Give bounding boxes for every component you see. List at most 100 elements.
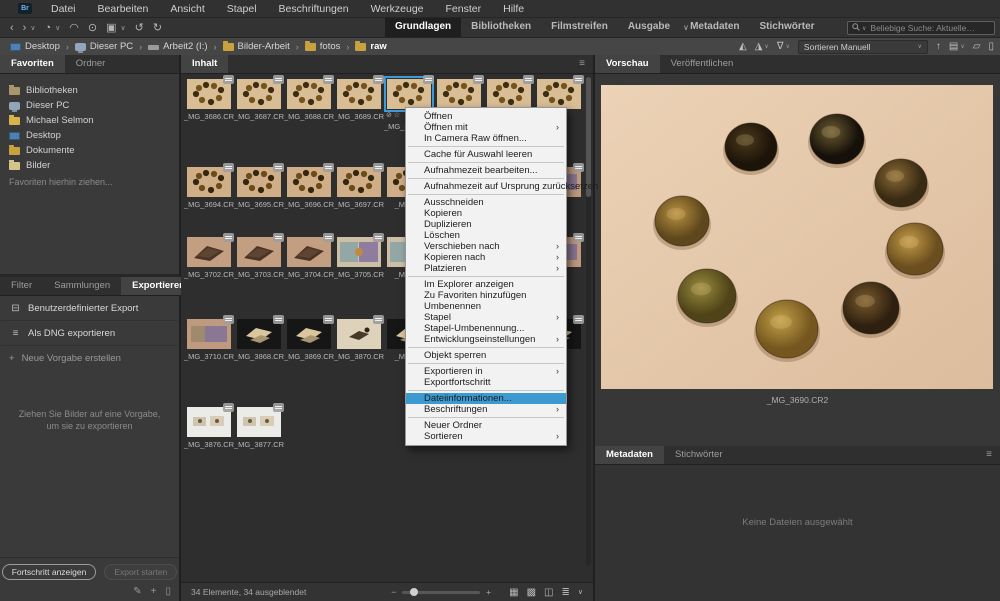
context-item-kopieren-nach[interactable]: Kopieren nach› [406, 252, 566, 263]
camera-raw-settings-badge[interactable] [273, 75, 284, 84]
trash-icon[interactable]: ▯ [165, 586, 171, 597]
camera-raw-settings-badge[interactable] [373, 75, 384, 84]
thumbnail-image[interactable] [437, 79, 481, 109]
breadcrumb-item-raw[interactable]: raw [353, 41, 388, 52]
recent-dropdown-icon[interactable]: ∨ [55, 24, 60, 32]
camera-raw-settings-badge[interactable] [223, 163, 234, 172]
details-view-icon[interactable]: ◫ [544, 587, 553, 598]
tab-ordner[interactable]: Ordner [65, 55, 117, 73]
context-item-zu-favoriten-hinzufügen[interactable]: Zu Favoriten hinzufügen [406, 290, 566, 301]
sidebar-item-dokumente[interactable]: Dokumente [0, 143, 179, 158]
thumbnail-mg-3710-cr2[interactable]: _MG_3710.CR2 [184, 319, 234, 361]
camera-raw-icon[interactable]: ◠ [69, 21, 79, 34]
context-item-in-camera-raw-öffnen[interactable]: In Camera Raw öffnen... [406, 133, 566, 144]
context-item-platzieren[interactable]: Platzieren› [406, 263, 566, 274]
zoom-in-icon[interactable]: + [486, 587, 491, 597]
thumbnail-image[interactable] [287, 319, 331, 349]
thumbnail-image[interactable] [487, 79, 531, 109]
thumbnail-quality-icon[interactable]: ◭ [739, 41, 747, 52]
camera-raw-settings-badge[interactable] [373, 315, 384, 324]
thumbnail-mg-3705-cr2[interactable]: _MG_3705.CR2 [334, 237, 384, 279]
thumbnail-image[interactable] [387, 79, 431, 109]
thumbnail-mg-3697-cr2[interactable]: _MG_3697.CR2 [334, 167, 384, 209]
thumbnail-mg-3869-cr2[interactable]: _MG_3869.CR2 [284, 319, 334, 361]
context-item-öffnen-mit[interactable]: Öffnen mit› [406, 122, 566, 133]
breadcrumb-item-fotos[interactable]: fotos [303, 41, 343, 52]
camera-raw-settings-badge[interactable] [573, 75, 584, 84]
zoom-out-icon[interactable]: − [391, 587, 396, 597]
view-dropdown-icon[interactable]: ∨ [578, 588, 583, 596]
menu-stapel[interactable]: Stapel [216, 3, 268, 15]
camera-raw-settings-badge[interactable] [573, 163, 584, 172]
camera-raw-settings-badge[interactable] [373, 233, 384, 242]
sidebar-item-desktop[interactable]: Desktop [0, 128, 179, 143]
thumbnail-image[interactable] [537, 79, 581, 109]
sort-dropdown[interactable]: Sortieren Manuell∨ [798, 40, 928, 54]
tab-favoriten[interactable]: Favoriten [0, 55, 65, 73]
tab-ausgabe[interactable]: Ausgabe [618, 18, 680, 37]
thumbnail-mg-3703-cr2[interactable]: _MG_3703.CR2 [234, 237, 284, 279]
thumbnail-image[interactable] [337, 237, 381, 267]
thumbnail-mg-3686-cr2[interactable]: _MG_3686.CR2 [184, 79, 234, 121]
filter-icon[interactable]: ∇ [777, 41, 784, 52]
rotate-cw-icon[interactable]: ↻ [153, 21, 162, 34]
tab-metadaten[interactable]: Metadaten [680, 18, 749, 37]
thumbnail-mg-3694-cr2[interactable]: _MG_3694.CR2 [184, 167, 234, 209]
camera-raw-settings-badge[interactable] [223, 315, 234, 324]
thumbnail-image[interactable] [187, 407, 231, 437]
thumbnail-image[interactable] [237, 237, 281, 267]
tab-vorschau[interactable]: Vorschau [595, 55, 660, 73]
thumbnail-image[interactable] [237, 407, 281, 437]
menu-werkzeuge[interactable]: Werkzeuge [360, 3, 435, 15]
camera-raw-settings-badge[interactable] [523, 75, 534, 84]
thumbnail-image[interactable] [337, 319, 381, 349]
thumbnail-mg-3704-cr2[interactable]: _MG_3704.CR2 [284, 237, 334, 279]
context-item-stapel[interactable]: Stapel› [406, 312, 566, 323]
camera-raw-settings-badge[interactable] [273, 315, 284, 324]
tab-veröffentlichen[interactable]: Veröffentlichen [660, 55, 745, 73]
grid-lock-icon[interactable]: ▦ [509, 587, 518, 598]
workspace-overflow-icon[interactable]: ∨ [683, 23, 689, 32]
preview-quality-icon[interactable]: ◮ [755, 41, 763, 52]
camera-raw-settings-badge[interactable] [373, 163, 384, 172]
context-item-exportfortschritt[interactable]: Exportfortschritt [406, 377, 566, 388]
context-item-kopieren[interactable]: Kopieren [406, 208, 566, 219]
vertical-scrollbar[interactable] [586, 76, 591, 566]
panel-menu-icon[interactable]: ≡ [579, 58, 585, 69]
menu-hilfe[interactable]: Hilfe [492, 3, 535, 15]
sidebar-item-michael-selmon[interactable]: Michael Selmon [0, 113, 179, 128]
camera-raw-settings-badge[interactable] [273, 163, 284, 172]
camera-raw-settings-badge[interactable] [423, 75, 434, 84]
context-item-beschriftungen[interactable]: Beschriftungen› [406, 404, 566, 415]
camera-raw-settings-badge[interactable] [323, 163, 334, 172]
thumbnail-image[interactable] [337, 79, 381, 109]
context-item-duplizieren[interactable]: Duplizieren [406, 219, 566, 230]
thumbnail-mg-3695-cr2[interactable]: _MG_3695.CR2 [234, 167, 284, 209]
sidebar-item-bibliotheken[interactable]: Bibliotheken [0, 83, 179, 98]
context-item-stapel-umbenennung[interactable]: Stapel-Umbenennung... [406, 323, 566, 334]
sidebar-item-bilder[interactable]: Bilder [0, 158, 179, 173]
menu-ansicht[interactable]: Ansicht [159, 3, 215, 15]
filter-dropdown-icon[interactable]: ∨ [786, 43, 790, 50]
context-item-dateiinformationen[interactable]: Dateiinformationen... [406, 393, 566, 404]
tab-filmstreifen[interactable]: Filmstreifen [541, 18, 618, 37]
rotate-ccw-icon[interactable]: ↺ [135, 21, 144, 34]
thumbnail-image[interactable] [237, 79, 281, 109]
thumbnail-dropdown-icon[interactable]: ∨ [120, 24, 125, 32]
thumbnail-mg-3876-cr2[interactable]: _MG_3876.CR2 [184, 407, 234, 449]
import-dropdown-icon[interactable]: ∨ [960, 43, 964, 50]
context-item-aufnahmezeit-auf-ursprung-zurücksetzen[interactable]: Aufnahmezeit auf Ursprung zurücksetzen [406, 181, 566, 192]
recent-files-icon[interactable]: ◔ [44, 22, 51, 34]
camera-raw-settings-badge[interactable] [473, 75, 484, 84]
tab-grundlagen[interactable]: Grundlagen [385, 18, 461, 37]
thumbnail-image[interactable] [187, 167, 231, 197]
context-item-löschen[interactable]: Löschen [406, 230, 566, 241]
bridge-app-icon[interactable]: Br [18, 3, 32, 14]
thumbnail-view-icon[interactable]: ▩ [527, 587, 536, 598]
tab-sammlungen[interactable]: Sammlungen [43, 277, 121, 295]
tab-inhalt[interactable]: Inhalt [181, 55, 228, 73]
thumbnail-image[interactable] [187, 237, 231, 267]
thumbnail-image[interactable] [287, 237, 331, 267]
context-item-ausschneiden[interactable]: Ausschneiden [406, 197, 566, 208]
export-preset-als-dng-exportieren[interactable]: ≡Als DNG exportieren [1, 321, 178, 346]
